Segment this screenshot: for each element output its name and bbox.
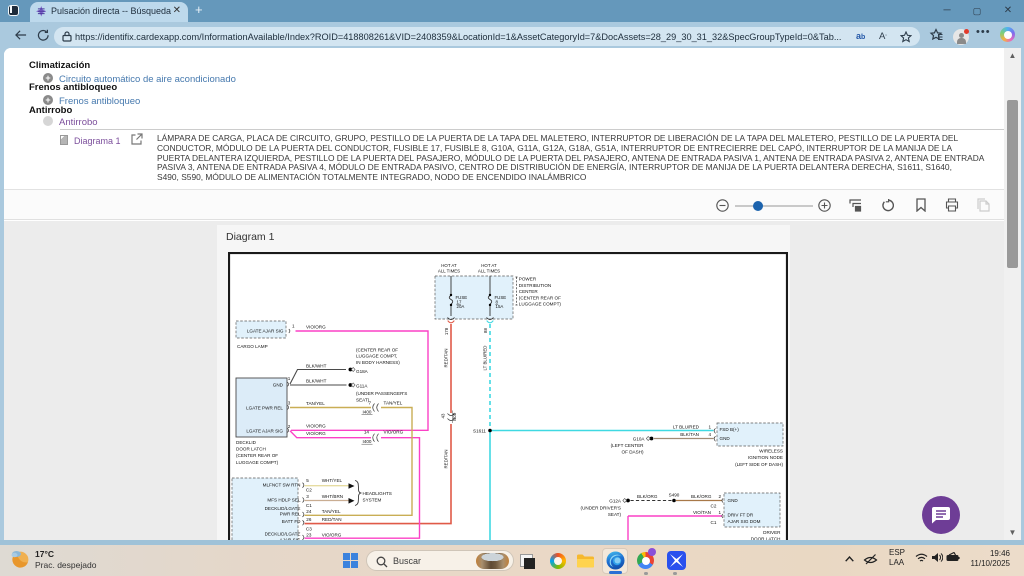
svg-text:HEADLIGHTS: HEADLIGHTS: [363, 491, 392, 496]
svg-text:SEAT): SEAT): [608, 512, 622, 517]
svg-text:(LEFT CENTER: (LEFT CENTER: [611, 443, 645, 448]
svg-text:I400: I400: [363, 439, 372, 444]
svg-text:GND: GND: [728, 498, 739, 503]
svg-text:HOT AT: HOT AT: [481, 263, 497, 268]
svg-text:LGATE PWR REL: LGATE PWR REL: [246, 406, 283, 411]
svg-text:MFS HDLP SEL: MFS HDLP SEL: [267, 498, 301, 503]
svg-text:2: 2: [288, 424, 291, 429]
svg-text:LUGGAGE COMPT): LUGGAGE COMPT): [236, 460, 279, 465]
svg-text:178: 178: [444, 327, 449, 335]
svg-text:G11A: G11A: [356, 384, 368, 389]
svg-text:CENTER: CENTER: [519, 289, 539, 294]
svg-text:I400: I400: [363, 409, 372, 414]
svg-text:LGATE AJAR SIG: LGATE AJAR SIG: [246, 429, 283, 434]
svg-text:14: 14: [364, 429, 370, 434]
svg-text:RED/TAN: RED/TAN: [443, 349, 448, 368]
svg-text:88: 88: [483, 328, 488, 333]
svg-text:CARGO LAMP: CARGO LAMP: [237, 344, 268, 349]
svg-text:LGATE AJAR SIG: LGATE AJAR SIG: [247, 329, 284, 334]
svg-text:DRIVER: DRIVER: [763, 530, 781, 535]
svg-text:1: 1: [718, 510, 721, 515]
svg-text:S490: S490: [669, 493, 680, 498]
svg-text:TAN/YEL: TAN/YEL: [384, 401, 403, 406]
svg-text:20A: 20A: [457, 304, 465, 309]
svg-text:HOT AT: HOT AT: [441, 263, 457, 268]
svg-text:LUGGAGE COMPT): LUGGAGE COMPT): [519, 302, 562, 307]
svg-text:RED/TAN: RED/TAN: [322, 517, 342, 522]
svg-text:1: 1: [292, 324, 295, 329]
svg-text:VIO/ORG: VIO/ORG: [306, 424, 326, 429]
svg-text:(UNDER PASSENGER'S: (UNDER PASSENGER'S: [356, 391, 407, 396]
svg-text:4: 4: [708, 432, 711, 437]
svg-text:BLK/ORG: BLK/ORG: [637, 494, 658, 499]
svg-text:WHT/BRN: WHT/BRN: [322, 494, 343, 499]
svg-text:PWR REL: PWR REL: [280, 512, 301, 517]
svg-text:IN BODY HARNESS): IN BODY HARNESS): [356, 360, 400, 365]
svg-text:ALL TIMES: ALL TIMES: [478, 269, 500, 274]
svg-text:MLFNCT SW RTN: MLFNCT SW RTN: [263, 482, 301, 487]
svg-text:(CENTER REAR OF: (CENTER REAR OF: [356, 348, 398, 353]
svg-text:S1611: S1611: [473, 429, 486, 434]
svg-text:TAN/YEL: TAN/YEL: [322, 509, 341, 514]
svg-text:SEAT): SEAT): [356, 398, 370, 403]
svg-text:ALL TIMES: ALL TIMES: [438, 269, 460, 274]
svg-text:IGNITION NODE: IGNITION NODE: [748, 455, 783, 460]
svg-text:FSD B(+): FSD B(+): [720, 427, 740, 432]
svg-text:C1: C1: [711, 520, 717, 525]
svg-text:24: 24: [306, 509, 312, 514]
svg-text:RED/TAN: RED/TAN: [443, 450, 448, 469]
svg-text:BLK/TAN: BLK/TAN: [680, 432, 699, 437]
svg-text:1: 1: [288, 376, 291, 381]
svg-text:BLK/ORG: BLK/ORG: [691, 494, 712, 499]
svg-text:LUGGAGE COMPT,: LUGGAGE COMPT,: [356, 354, 397, 359]
svg-text:LT BLU/RED: LT BLU/RED: [673, 424, 700, 429]
svg-text:VIO/ORG: VIO/ORG: [322, 532, 342, 537]
svg-text:DECKLID/LGATE: DECKLID/LGATE: [265, 532, 301, 537]
svg-text:C2: C2: [711, 503, 717, 508]
svg-text:G12A: G12A: [609, 499, 622, 504]
svg-text:POWER: POWER: [519, 277, 537, 282]
svg-text:2: 2: [718, 494, 721, 499]
svg-text:3: 3: [288, 401, 291, 406]
svg-text:(LEFT SIDE OF DASH): (LEFT SIDE OF DASH): [735, 462, 783, 467]
svg-text:C2: C2: [306, 488, 312, 493]
svg-text:VIO/ORG: VIO/ORG: [384, 429, 404, 434]
svg-text:BLK/WHT: BLK/WHT: [306, 378, 327, 383]
svg-text:C1: C1: [306, 503, 312, 508]
svg-text:DOOR LATCH: DOOR LATCH: [236, 447, 266, 452]
svg-text:23: 23: [306, 532, 312, 537]
svg-text:(UNDER DRIVER'S: (UNDER DRIVER'S: [581, 506, 621, 511]
svg-text:C3: C3: [306, 526, 312, 531]
svg-text:VIO/ORG: VIO/ORG: [306, 431, 326, 436]
svg-text:DECKLID: DECKLID: [236, 440, 257, 445]
svg-text:WHT/YEL: WHT/YEL: [322, 478, 343, 483]
svg-text:DISTRIBUTION: DISTRIBUTION: [519, 283, 551, 288]
svg-text:VIO/ORG: VIO/ORG: [306, 325, 326, 330]
svg-text:BATT FD: BATT FD: [282, 519, 301, 524]
svg-text:3: 3: [306, 494, 309, 499]
svg-text:43: 43: [441, 413, 446, 418]
svg-text:VIO/TAN: VIO/TAN: [693, 510, 711, 515]
svg-text:GND: GND: [720, 436, 731, 441]
svg-text:5: 5: [306, 478, 309, 483]
svg-text:GND: GND: [273, 383, 284, 388]
svg-text:LT BLU/RED: LT BLU/RED: [482, 346, 487, 371]
svg-text:DECKLID/LGATE: DECKLID/LGATE: [265, 506, 301, 511]
svg-text:OF DASH): OF DASH): [622, 450, 644, 455]
svg-text:G18A: G18A: [356, 369, 369, 374]
svg-text:(CENTER REAR OF: (CENTER REAR OF: [519, 295, 561, 300]
svg-text:SYSTEM: SYSTEM: [363, 498, 382, 503]
svg-text:DRIV FT DR: DRIV FT DR: [728, 513, 754, 518]
svg-text:BLK/WHT: BLK/WHT: [306, 363, 327, 368]
svg-text:I400: I400: [452, 412, 457, 421]
svg-text:(CENTER REAR OF: (CENTER REAR OF: [236, 453, 278, 458]
svg-text:AJAR SIG DOM: AJAR SIG DOM: [728, 519, 761, 524]
svg-text:WIRELESS: WIRELESS: [759, 449, 783, 454]
svg-text:G10A: G10A: [633, 437, 646, 442]
svg-text:26: 26: [306, 517, 312, 522]
svg-text:TAN/YEL: TAN/YEL: [306, 401, 325, 406]
svg-text:1: 1: [708, 424, 711, 429]
svg-text:15A: 15A: [496, 304, 504, 309]
